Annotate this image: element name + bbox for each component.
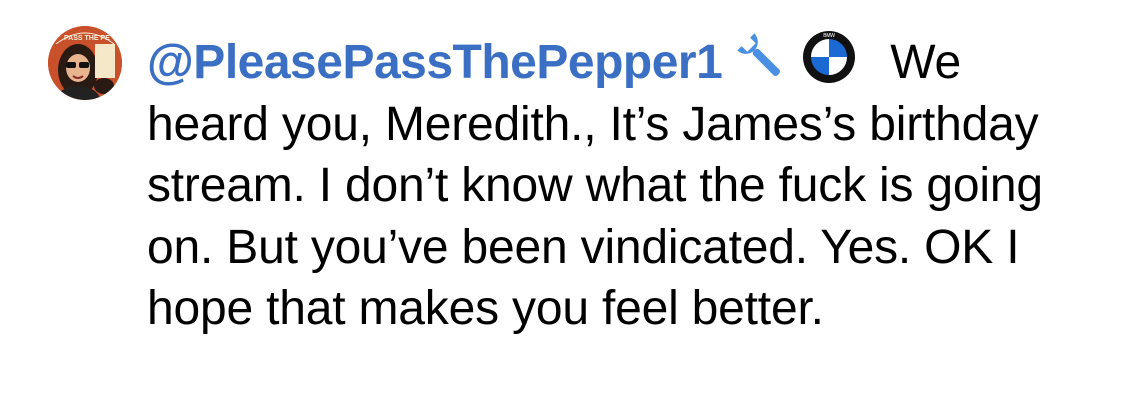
comment-body: heard you, Meredith., It’s James’s birth… [147, 97, 1043, 336]
comment-item: PASS THE PE @PleasePassThePepper1 BMW We… [0, 0, 1125, 416]
avatar[interactable]: PASS THE PE [48, 26, 122, 100]
username-link[interactable]: @PleasePassThePepper1 [147, 36, 723, 89]
bmw-roundel-icon: BMW [802, 30, 856, 84]
svg-text:BMW: BMW [823, 33, 835, 39]
wrench-icon [732, 28, 788, 84]
avatar-image: PASS THE PE [48, 26, 122, 100]
comment-first-word: We [890, 36, 962, 89]
avatar-caption: PASS THE PE [64, 35, 110, 42]
comment-text: @PleasePassThePepper1 BMW We heard you, … [147, 28, 1077, 340]
